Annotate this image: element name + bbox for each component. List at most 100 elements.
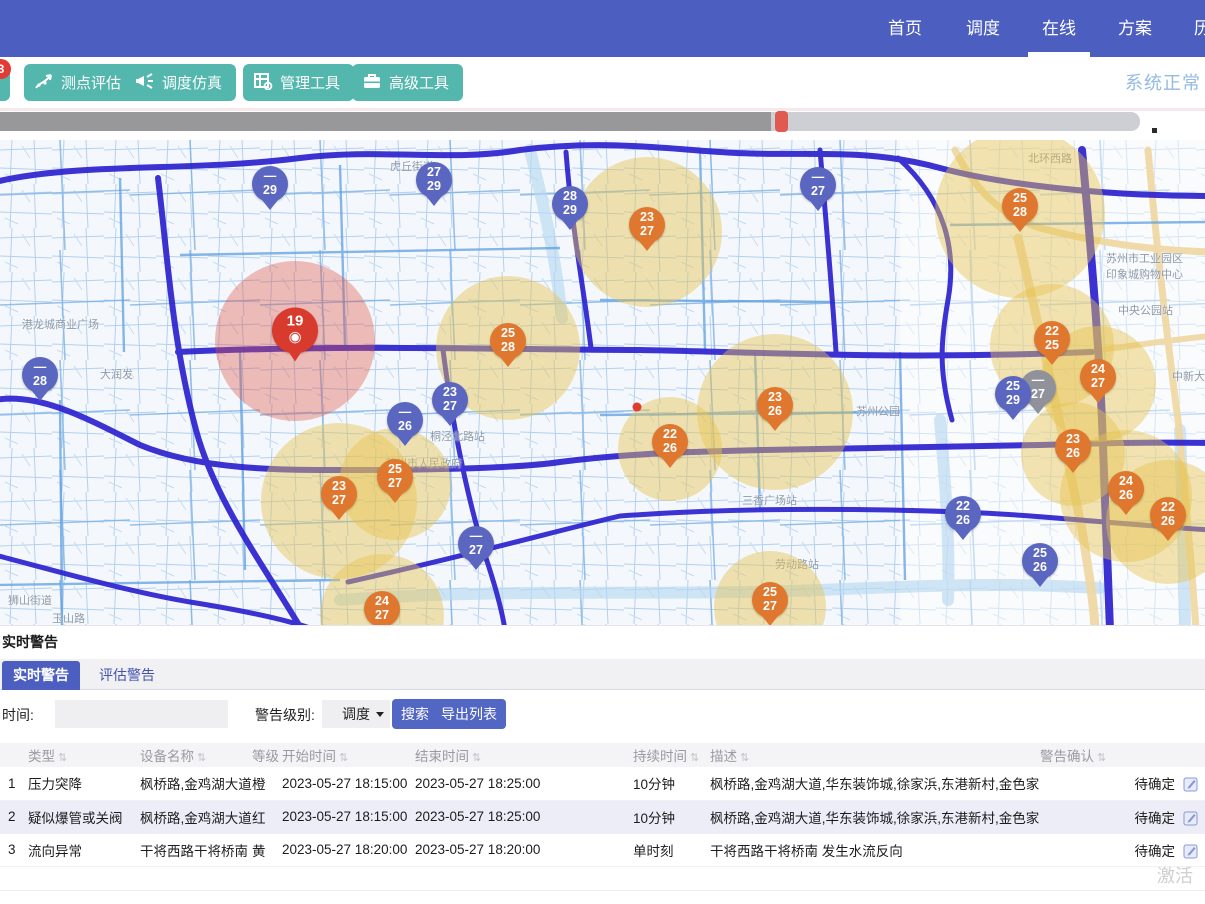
map-pin-22-26[interactable]: 2226 [945,496,981,532]
map-pin-25-28[interactable]: 2528 [1002,188,1038,224]
map-pin-25-29[interactable]: 2529 [995,376,1031,412]
cell-confirm: 待确定 [1040,767,1205,800]
pin-value-bottom: 27 [432,400,468,414]
map-pin-23-26[interactable]: 2326 [757,387,793,423]
map-pin-x-29[interactable]: —29 [252,166,288,202]
map-pin-25-28[interactable]: 2528 [490,323,526,359]
cell-index: 1 [0,767,28,800]
map-pin-24-27[interactable]: 2427 [1080,359,1116,395]
pin-value-bottom: 27 [800,185,836,199]
tab-evaluation-alerts[interactable]: 评估警告 [92,661,162,690]
map-pin-x-27[interactable]: —27 [458,526,494,562]
table-header-2[interactable]: 设备名称⇅ [140,743,252,767]
sort-icon[interactable]: ⇅ [197,752,206,764]
pin-value-bottom: 26 [387,420,423,434]
cell-end-time: 2023-05-27 18:25:00 [415,800,633,833]
map-pin-23-27[interactable]: 2327 [629,207,665,243]
export-list-button[interactable]: 导出列表 [432,699,506,729]
map-canvas[interactable]: 虎丘街道北环西路港龙城商业广场大润发桐泾北路站苏州市人民政府苏州公园三香广场站劳… [0,140,1205,625]
map-pin-23-27[interactable]: 2327 [432,382,468,418]
leak-point-dot[interactable] [633,403,642,412]
pin-value-top: — [458,530,494,544]
map-pin-x-26[interactable]: —26 [387,402,423,438]
map-pin-23-26[interactable]: 2326 [1055,429,1091,465]
toolbar-button-2[interactable]: 调度仿真 [125,64,236,101]
confirm-status[interactable]: 待确定 [1135,777,1176,792]
pin-value-top: 19 [272,313,318,329]
map-label-14: 狮山街道 [8,592,52,608]
table-header-index [0,743,28,767]
pin-value-top: 25 [752,586,788,600]
cell-device: 枫桥路,金鸡湖大道 [140,800,252,833]
pin-value-bottom: 26 [945,514,981,528]
time-filter-label: 时间: [2,705,34,725]
sort-icon[interactable]: ⇅ [58,752,67,764]
map-pin-25-27[interactable]: 2527 [752,582,788,618]
tab-realtime-alerts[interactable]: 实时警告 [2,661,80,690]
table-header-7[interactable]: 描述⇅ [710,743,1040,767]
pin-value-top: 28 [552,190,588,204]
edit-confirm-icon[interactable] [1183,810,1199,826]
map-pin-25-27[interactable]: 2527 [377,459,413,495]
timeline-handle[interactable] [775,111,788,132]
map-label-3: 港龙城商业广场 [22,316,99,332]
map-pin-22-26[interactable]: 2226 [652,424,688,460]
pin-value-bottom: 29 [552,204,588,218]
pin-value-bottom: 27 [629,225,665,239]
cell-device: 枫桥路,金鸡湖大道 [140,767,252,800]
level-select[interactable]: 调度 [322,700,390,728]
confirm-status[interactable]: 待确定 [1135,844,1176,859]
scatter-arrow-icon [34,72,54,94]
sort-icon[interactable]: ⇅ [740,752,749,764]
map-pin-22-26[interactable]: 2226 [1150,497,1186,533]
alerts-panel: 实时警告 实时警告 评估警告 时间: 警告级别: 调度 搜索 导出列表 类型⇅设… [0,625,1205,904]
cell-start-time: 2023-05-27 18:15:00 [282,800,415,833]
toolbar-button-4[interactable]: 高级工具 [352,64,463,101]
table-header-8[interactable]: 警告确认⇅ [1040,743,1205,767]
sort-icon[interactable]: ⇅ [690,752,699,764]
confirm-status[interactable]: 待确定 [1135,811,1176,826]
sort-icon[interactable]: ⇅ [472,752,481,764]
cell-start-time: 2023-05-27 18:20:00 [282,833,415,866]
pin-value-top: 24 [364,595,400,609]
nav-item-2[interactable]: 调度 [948,0,1018,57]
pin-value-bottom: 29 [252,184,288,198]
table-header-1[interactable]: 类型⇅ [28,743,140,767]
map-pin-25-26[interactable]: 2526 [1022,543,1058,579]
nav-item-4[interactable]: 方案 [1100,0,1170,57]
map-pin-22-25[interactable]: 2225 [1034,321,1070,357]
map-pin-24-26[interactable]: 2426 [1108,471,1144,507]
map-pin-19-◉[interactable]: 19◉ [272,307,318,353]
cell-confirm: 待确定 [1040,800,1205,833]
map-pin-x-27[interactable]: —27 [800,167,836,203]
map-pin-x-28[interactable]: —28 [22,357,58,393]
edit-confirm-icon[interactable] [1183,843,1199,859]
map-pin-27-29[interactable]: 2729 [416,162,452,198]
nav-item-3[interactable]: 在线 [1024,0,1094,57]
table-header-5[interactable]: 结束时间⇅ [415,743,633,767]
toolbar-button-3[interactable]: 管理工具 [243,64,354,101]
table-header-4[interactable]: 开始时间⇅ [282,743,415,767]
map-pin-23-27[interactable]: 2327 [321,476,357,512]
sort-icon[interactable]: ⇅ [339,752,348,764]
pin-value-top: — [387,406,423,420]
pin-value-top: — [22,361,58,375]
toolbar-button-1[interactable]: 测点评估 [24,64,135,101]
map-pin-28-29[interactable]: 2829 [552,186,588,222]
nav-item-1[interactable]: 首页 [870,0,940,57]
cell-index: 3 [0,833,28,866]
nav-item-5[interactable]: 历史 [1176,0,1205,57]
map-label-15: 玉山路 [52,610,85,625]
map-pin-24-27[interactable]: 2427 [364,591,400,625]
pin-value-bottom: 26 [1150,515,1186,529]
edit-confirm-icon[interactable] [1183,776,1199,792]
time-filter-input[interactable] [55,700,228,728]
table-header-3[interactable]: 等级⇅ [252,743,282,767]
map-label-13: 中新大 [1172,368,1205,384]
sort-icon[interactable]: ⇅ [1097,752,1106,764]
cell-type: 压力突降 [28,767,140,800]
table-header-6[interactable]: 持续时间⇅ [633,743,710,767]
pin-value-top: 24 [1080,363,1116,377]
table-row: 2疑似爆管或关阀枫桥路,金鸡湖大道红2023-05-27 18:15:00202… [0,800,1205,833]
timeline-track[interactable] [0,112,1140,131]
